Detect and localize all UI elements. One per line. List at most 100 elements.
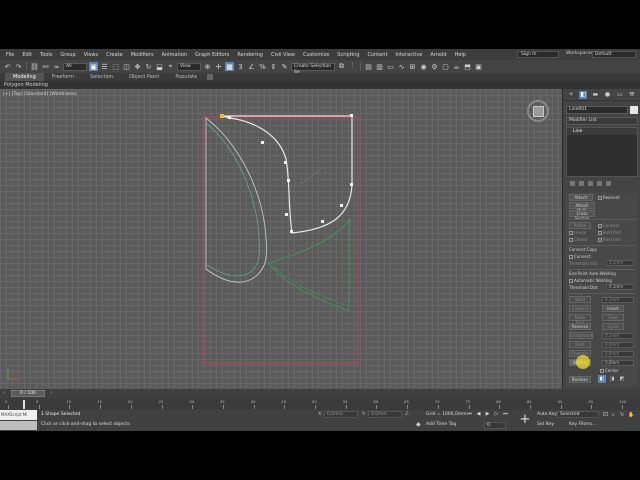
create-tab-icon[interactable]: + (567, 91, 575, 99)
angle-snap-icon[interactable]: ∠ (247, 62, 256, 71)
align-icon[interactable]: ⫶ (348, 62, 357, 71)
select-by-name-icon[interactable]: ☰ (100, 62, 109, 71)
vertex-handle[interactable] (284, 161, 287, 164)
snaps-toggle-icon[interactable]: 3 (236, 62, 245, 71)
cross-section-button[interactable]: Cross Section (569, 210, 595, 221)
utilities-tab-icon[interactable]: ⚒ (628, 91, 636, 99)
center-checkbox[interactable]: Center (600, 368, 618, 373)
weld-button[interactable]: Weld (569, 296, 591, 303)
tab-object-paint[interactable]: Object Paint (121, 73, 167, 81)
object-name-field[interactable]: Line001 (566, 106, 628, 114)
menu-rendering[interactable]: Rendering (233, 52, 267, 58)
tab-modeling[interactable]: Modeling (5, 73, 44, 81)
workspace-dropdown[interactable]: Default (592, 51, 636, 58)
tab-populate[interactable]: Populate (167, 73, 205, 81)
hierarchy-tab-icon[interactable]: ▬ (591, 91, 599, 99)
pivot-center-icon[interactable]: ⊕ (203, 62, 212, 71)
menu-scripting[interactable]: Scripting (333, 52, 363, 58)
render-iterative-icon[interactable]: ⬒ (463, 62, 472, 71)
key-filters-button[interactable]: Key Filters... (569, 422, 596, 427)
select-object-icon[interactable]: ▣ (89, 62, 98, 71)
x-coordinate-field[interactable]: 0,0mm (324, 411, 358, 418)
vertex-handle[interactable] (220, 114, 224, 118)
placement-icon[interactable]: ⌖ (166, 62, 175, 71)
set-key-icon[interactable]: + (518, 413, 532, 427)
key-selection-dropdown[interactable]: Selected (557, 411, 599, 418)
lock-selection-icon[interactable]: ⊡ (603, 411, 608, 418)
previous-key-icon[interactable]: ◀ (475, 411, 482, 418)
render-icon[interactable]: ☕ (452, 62, 461, 71)
vertex-handle[interactable] (350, 114, 353, 117)
make-first-button[interactable]: Make First (569, 314, 591, 325)
edit-named-selection-icon[interactable]: ✎ (280, 62, 289, 71)
remove-modifier-icon[interactable] (597, 181, 602, 186)
select-manipulate-icon[interactable]: ✛ (214, 62, 223, 71)
unlink-icon[interactable]: ⚯ (41, 62, 50, 71)
menu-file[interactable]: File (2, 52, 18, 58)
current-frame-marker[interactable] (23, 400, 25, 409)
go-to-start-icon[interactable]: ⏮ (466, 411, 473, 418)
configure-sets-icon[interactable] (606, 181, 611, 186)
fillet-button[interactable]: Fillet (569, 341, 591, 348)
show-end-result-icon[interactable] (579, 181, 584, 186)
vertex-handle[interactable] (350, 183, 353, 186)
menu-tools[interactable]: Tools (36, 52, 56, 58)
fuse-button[interactable]: Fuse (602, 314, 624, 321)
select-rotate-icon[interactable]: ↻ (144, 62, 153, 71)
make-unique-icon[interactable] (588, 181, 593, 186)
menu-interactive[interactable]: Interactive (391, 52, 426, 58)
render-online-icon[interactable]: ▣ (474, 62, 483, 71)
zoom-icon[interactable]: ⌕ (612, 412, 618, 418)
chamfer-spinner[interactable]: 0,0mm (602, 351, 634, 357)
maxscript-output[interactable] (0, 421, 37, 430)
time-slider-thumb[interactable]: 0 / 100 (11, 390, 45, 397)
vertex-handle[interactable] (321, 220, 324, 223)
pin-stack-icon[interactable] (570, 181, 575, 186)
d-shape[interactable] (205, 117, 267, 283)
set-key-button[interactable]: Set Key (537, 422, 554, 427)
rectangle-shape[interactable] (202, 116, 359, 364)
boolean-intersect-icon[interactable]: ◩ (618, 375, 626, 383)
menu-graph-editors[interactable]: Graph Editors (191, 52, 233, 58)
vertex-handle[interactable] (261, 141, 264, 144)
boolean-button[interactable]: Boolean (569, 376, 591, 383)
curve-editor-icon[interactable]: ∿ (397, 62, 406, 71)
threshold-dist-weld-spinner[interactable]: 0,1mm (606, 284, 634, 290)
reorient-checkbox[interactable]: Reorient (598, 195, 620, 200)
add-time-tag[interactable]: Add Time Tag (426, 422, 456, 427)
link-icon[interactable]: ⛓ (30, 62, 39, 71)
named-selection-set-dropdown[interactable]: Create Selection Se (291, 62, 335, 75)
bind-spacewarp-icon[interactable]: ≈ (52, 62, 61, 71)
menu-help[interactable]: Help (451, 52, 470, 58)
weld-spinner[interactable]: 0,1mm (602, 297, 634, 303)
stack-item-line[interactable]: Line (567, 128, 637, 135)
render-setup-icon[interactable]: ⚙ (430, 62, 439, 71)
go-to-end-icon[interactable]: ⏭ (502, 411, 509, 418)
time-slider[interactable]: ‹ 0 / 100 › (0, 389, 640, 398)
crossinsert-spinner[interactable]: 0,1mm (602, 333, 634, 339)
outline-spinner[interactable]: 0,0mm (602, 360, 634, 366)
menu-civil-view[interactable]: Civil View (267, 52, 299, 58)
insert-button[interactable]: Insert (602, 305, 624, 312)
previous-frame-icon[interactable]: ‹ (3, 390, 5, 396)
menu-content[interactable]: Content (364, 52, 392, 58)
linear-checkbox[interactable]: Linear (569, 230, 586, 235)
menu-modifiers[interactable]: Modifiers (127, 52, 158, 58)
spinner-snap-icon[interactable]: ⇕ (269, 62, 278, 71)
y-coordinate-field[interactable]: 0,0mm (368, 411, 402, 418)
connect-button[interactable]: Connect (569, 305, 591, 312)
refine-button[interactable]: Refine (569, 222, 591, 229)
vertex-handle[interactable] (340, 204, 343, 207)
closed-checkbox[interactable]: Closed (569, 237, 587, 242)
connect-checkbox[interactable]: Connect (598, 223, 620, 228)
bind-first-checkbox[interactable]: Bind first (598, 230, 621, 235)
orbit-icon[interactable]: ↻ (620, 412, 626, 418)
viewcube[interactable] (527, 100, 549, 122)
select-move-icon[interactable]: ✥ (133, 62, 142, 71)
menu-edit[interactable]: Edit (18, 52, 36, 58)
boolean-subtract-icon[interactable]: ◨ (608, 375, 616, 383)
time-tag-icon[interactable]: ◆ (416, 421, 421, 428)
display-tab-icon[interactable]: ▭ (616, 91, 624, 99)
vertex-handle[interactable] (228, 116, 231, 119)
vertex-handle[interactable] (287, 179, 290, 182)
